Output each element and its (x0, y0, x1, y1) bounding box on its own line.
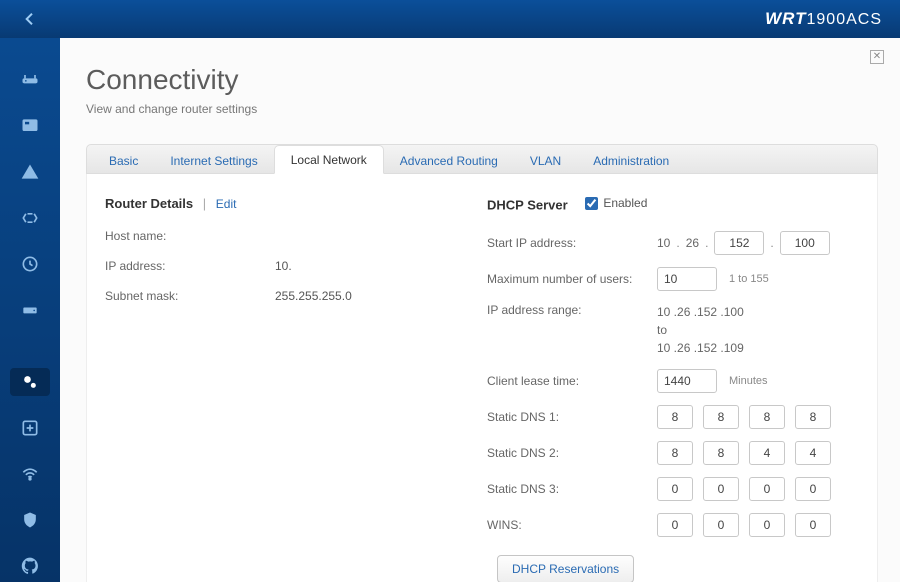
sidebar-item-clock[interactable] (10, 250, 50, 278)
max-users-input[interactable] (657, 267, 717, 291)
wins-b[interactable] (703, 513, 739, 537)
dhcp-reservations-button[interactable]: DHCP Reservations (497, 555, 634, 582)
lease-label: Client lease time: (487, 374, 657, 388)
dhcp-section: DHCP Server Enabled Start IP address: 10… (487, 196, 859, 582)
start-ip-label: Start IP address: (487, 236, 657, 250)
dns3-b[interactable] (703, 477, 739, 501)
tabs: Basic Internet Settings Local Network Ad… (86, 144, 878, 174)
dns2-label: Static DNS 2: (487, 446, 657, 460)
github-icon (20, 556, 40, 576)
tab-administration[interactable]: Administration (577, 147, 685, 174)
link-icon (20, 208, 40, 228)
dns1-a[interactable] (657, 405, 693, 429)
sidebar-item-github[interactable] (10, 552, 50, 580)
ip-value: 10. (275, 259, 292, 273)
start-ip-oct4-input[interactable] (780, 231, 830, 255)
drive-icon (20, 300, 40, 320)
range-to-word: to (657, 321, 744, 339)
sidebar-item-drive[interactable] (10, 296, 50, 324)
dashboard-icon (20, 116, 40, 136)
wifi-icon (20, 464, 40, 484)
wins-label: WINS: (487, 518, 657, 532)
content-panel: ✕ Connectivity View and change router se… (60, 38, 900, 582)
subnet-value: 255.255.255.0 (275, 289, 352, 303)
wins-a[interactable] (657, 513, 693, 537)
hostname-label: Host name: (105, 229, 275, 243)
dns1-d[interactable] (795, 405, 831, 429)
page-subtitle: View and change router settings (86, 102, 878, 116)
model-suffix: 1900ACS (807, 11, 883, 28)
sidebar (0, 38, 60, 582)
tab-advanced-routing[interactable]: Advanced Routing (384, 147, 514, 174)
ip-label: IP address: (105, 259, 275, 273)
dns2-d[interactable] (795, 441, 831, 465)
chevron-left-icon (22, 11, 38, 27)
dns2-c[interactable] (749, 441, 785, 465)
plus-box-icon (20, 418, 40, 438)
tab-basic[interactable]: Basic (93, 147, 154, 174)
dhcp-enabled-checkbox[interactable] (585, 197, 598, 210)
brand-text: WRT (765, 9, 806, 28)
router-icon (20, 70, 40, 90)
sidebar-item-shield[interactable] (10, 506, 50, 534)
dns3-label: Static DNS 3: (487, 482, 657, 496)
top-bar: WRT1900ACS (0, 0, 900, 38)
sidebar-item-alert[interactable] (10, 158, 50, 186)
range-label: IP address range: (487, 303, 657, 317)
max-users-label: Maximum number of users: (487, 272, 657, 286)
model-label: WRT1900ACS (765, 9, 882, 29)
dns1-c[interactable] (749, 405, 785, 429)
dhcp-title: DHCP Server (487, 198, 568, 213)
lease-unit: Minutes (729, 375, 768, 387)
tab-vlan[interactable]: VLAN (514, 147, 577, 174)
shield-icon (20, 510, 40, 530)
router-details-title: Router Details (105, 196, 193, 211)
sidebar-item-wifi[interactable] (10, 460, 50, 488)
close-button[interactable]: ✕ (870, 50, 884, 64)
tab-panel: Router Details | Edit Host name: IP addr… (86, 174, 878, 582)
dhcp-enabled-label: Enabled (603, 196, 647, 210)
dns1-b[interactable] (703, 405, 739, 429)
wins-c[interactable] (749, 513, 785, 537)
sidebar-item-settings[interactable] (10, 368, 50, 396)
dns3-a[interactable] (657, 477, 693, 501)
dns2-b[interactable] (703, 441, 739, 465)
tab-internet-settings[interactable]: Internet Settings (154, 147, 273, 174)
sidebar-item-link[interactable] (10, 204, 50, 232)
gears-icon (20, 372, 40, 392)
sidebar-item-secure[interactable] (10, 414, 50, 442)
subnet-label: Subnet mask: (105, 289, 275, 303)
wins-d[interactable] (795, 513, 831, 537)
clock-icon (20, 254, 40, 274)
dns2-a[interactable] (657, 441, 693, 465)
start-ip-oct1: 10 (657, 236, 670, 250)
lease-input[interactable] (657, 369, 717, 393)
sidebar-item-device[interactable] (10, 66, 50, 94)
dns3-d[interactable] (795, 477, 831, 501)
back-button[interactable] (0, 0, 60, 38)
router-details-section: Router Details | Edit Host name: IP addr… (105, 196, 477, 582)
page-title: Connectivity (86, 64, 878, 96)
start-ip-oct2: 26 (686, 236, 699, 250)
sidebar-item-dashboard[interactable] (10, 112, 50, 140)
dns3-c[interactable] (749, 477, 785, 501)
max-users-hint: 1 to 155 (729, 273, 769, 285)
warning-icon (20, 162, 40, 182)
edit-link[interactable]: Edit (216, 197, 237, 211)
dhcp-heading: DHCP Server Enabled (487, 196, 859, 213)
range-from: 10 .26 .152 .100 (657, 303, 744, 321)
start-ip-oct3-input[interactable] (714, 231, 764, 255)
router-details-heading: Router Details | Edit (105, 196, 477, 211)
dns1-label: Static DNS 1: (487, 410, 657, 424)
range-to: 10 .26 .152 .109 (657, 339, 744, 357)
tab-local-network[interactable]: Local Network (274, 145, 384, 174)
